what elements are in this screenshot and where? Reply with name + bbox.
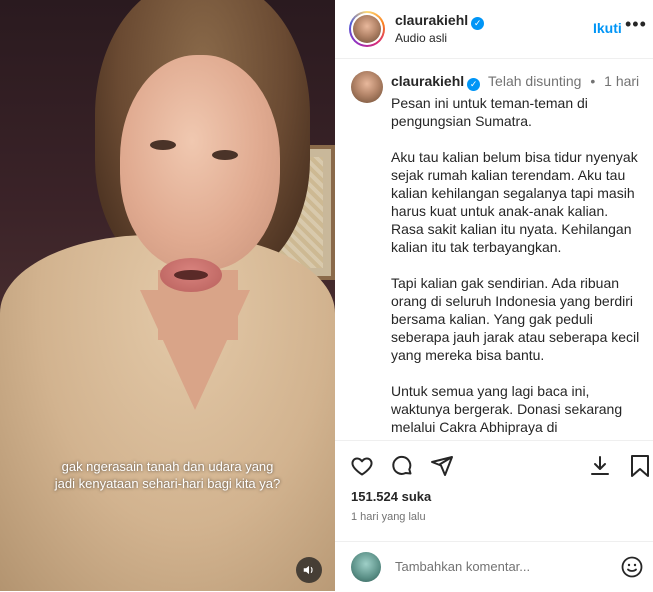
avatar-image: [353, 15, 381, 43]
commenter-avatar: [351, 552, 381, 582]
caption-separator: •: [590, 73, 596, 89]
caption-username[interactable]: claurakiehl: [391, 73, 464, 89]
verified-badge-icon: ✓: [471, 17, 485, 30]
video-eye-left: [150, 140, 176, 150]
caption-text: Pesan ini untuk teman-teman di pengungsi…: [391, 94, 641, 440]
caption-scroll[interactable]: claurakiehl ✓ Telah disunting • 1 hari Pe…: [335, 59, 653, 440]
more-options-icon[interactable]: •••: [625, 14, 647, 35]
video-subtitle: gak ngerasain tanah dan udara yang jadi …: [0, 458, 335, 492]
comment-icon: [392, 455, 412, 475]
post-timestamp[interactable]: 1 hari yang lalu: [351, 511, 426, 523]
post-actions: 151.524 suka 1 hari yang lalu: [335, 440, 653, 591]
video-subtitle-line-2: jadi kenyataan sehari-hari bagi kita ya?: [54, 476, 281, 491]
header-username-row: claurakiehl ✓: [395, 12, 485, 30]
header-username[interactable]: claurakiehl: [395, 12, 468, 28]
caption-paragraph: Aku tau kalian belum bisa tidur nyenyak …: [391, 149, 638, 255]
post-header: claurakiehl ✓ Audio asli Ikuti •••: [335, 0, 653, 59]
like-button[interactable]: [349, 453, 375, 479]
caption-paragraph: Tapi kalian gak sendirian. Ada ribuan or…: [391, 275, 640, 363]
comment-input[interactable]: [395, 559, 605, 574]
emoji-button[interactable]: [619, 554, 645, 580]
caption-paragraph: Pesan ini untuk teman-teman di pengungsi…: [391, 95, 588, 129]
follow-button[interactable]: Ikuti: [593, 20, 622, 36]
video-subtitle-line-1: gak ngerasain tanah dan udara yang: [61, 459, 274, 474]
share-button[interactable]: [429, 453, 455, 479]
video-eye-right: [212, 150, 238, 160]
download-button[interactable]: [587, 453, 613, 479]
heart-icon: [351, 457, 373, 476]
send-icon: [431, 456, 453, 476]
video-face: [120, 55, 280, 270]
audio-toggle-button[interactable]: [296, 557, 322, 583]
audio-label[interactable]: Audio asli: [395, 31, 447, 45]
video-lips: [160, 258, 222, 292]
caption-verified-icon: ✓: [467, 78, 481, 91]
caption-age[interactable]: 1 hari: [604, 73, 639, 89]
caption-paragraph: Untuk semua yang lagi baca ini, waktunya…: [391, 383, 623, 435]
download-icon: [591, 456, 609, 475]
reel-video[interactable]: gak ngerasain tanah dan udara yang jadi …: [0, 0, 335, 591]
comment-bar: [335, 541, 653, 592]
header-avatar[interactable]: [349, 11, 385, 47]
save-button[interactable]: [627, 453, 653, 479]
bookmark-icon: [631, 455, 649, 477]
speaker-icon: [303, 565, 313, 575]
caption-avatar[interactable]: [351, 71, 383, 103]
caption-header: claurakiehl ✓ Telah disunting • 1 hari: [391, 73, 639, 91]
comment-button[interactable]: [389, 453, 415, 479]
edited-label: Telah disunting: [488, 73, 582, 89]
post-panel: claurakiehl ✓ Audio asli Ikuti ••• claura…: [335, 0, 653, 591]
like-count[interactable]: 151.524 suka: [351, 489, 431, 504]
emoji-icon: [621, 556, 643, 578]
